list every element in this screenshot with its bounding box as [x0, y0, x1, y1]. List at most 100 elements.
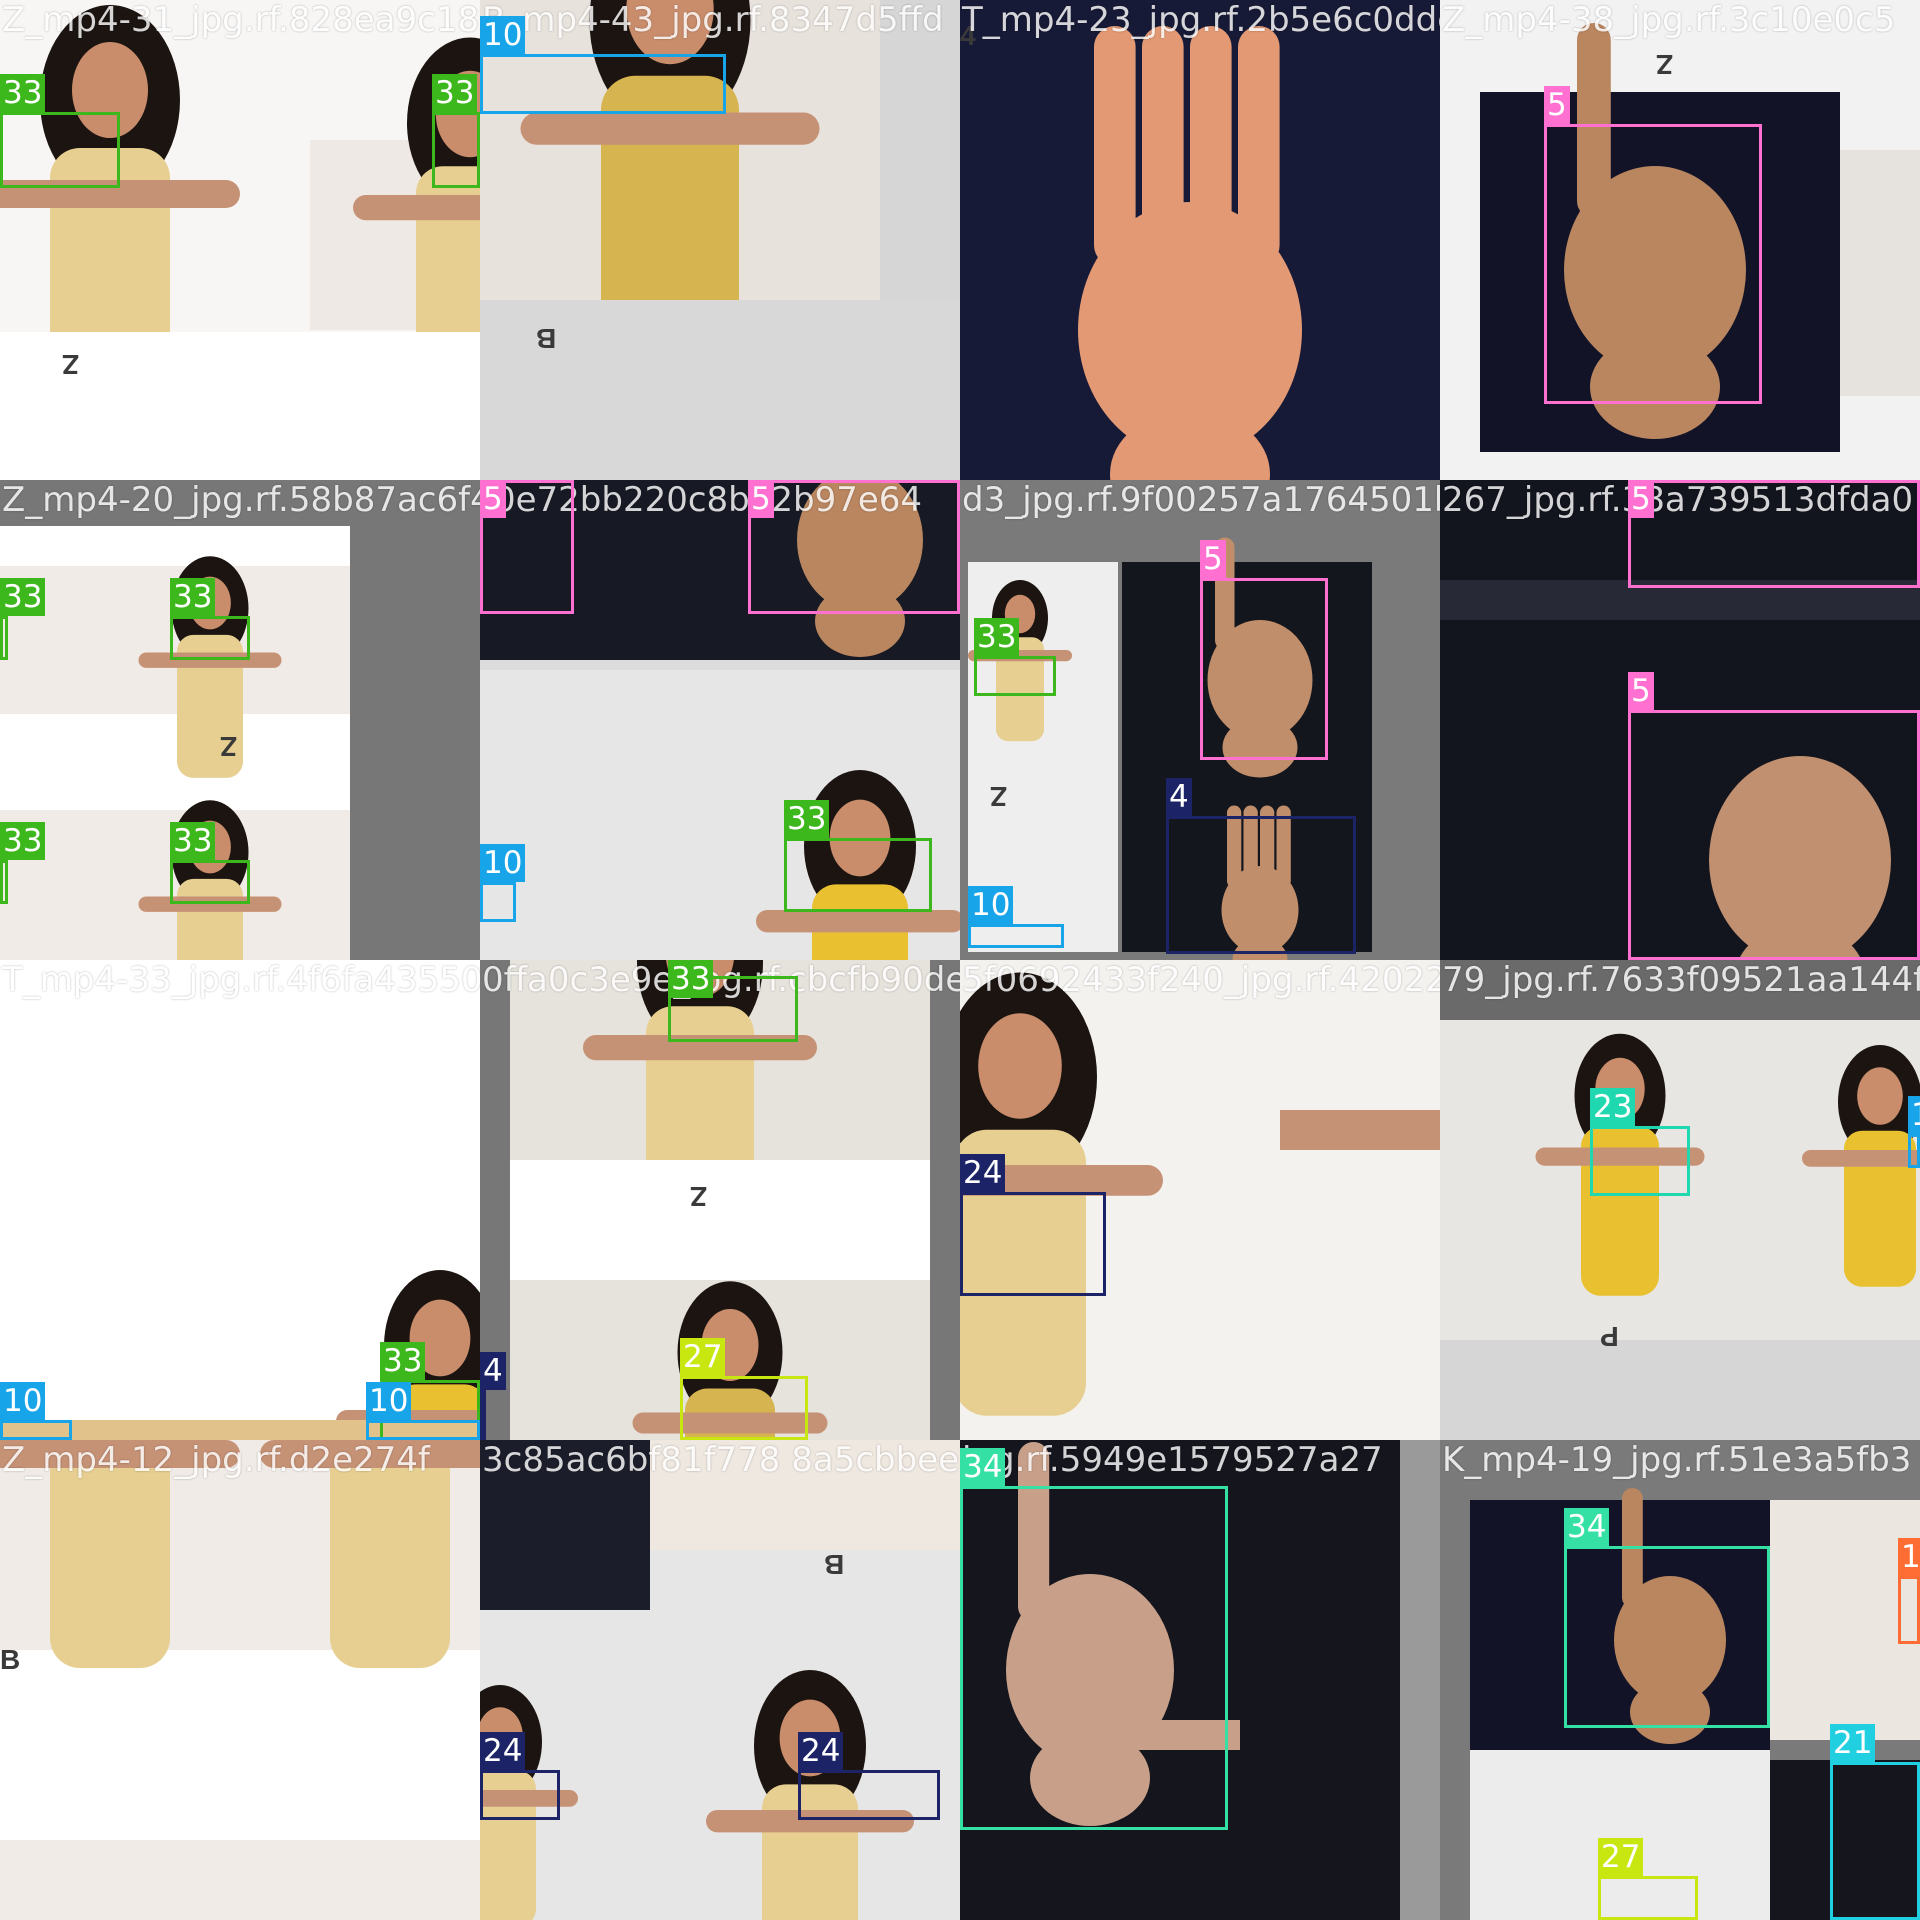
tile-filename: T_mp4-33_jpg.rf.4f6fa43550 — [2, 960, 480, 1000]
class-label: 24 — [480, 1732, 526, 1770]
mosaic-tile: 4 T_mp4-23_jpg.rf.2b5e6c0ddcc — [960, 0, 1440, 480]
bounding-box — [1830, 1762, 1920, 1920]
tile-filename: d3_jpg.rf.9f00257a1764501b — [962, 480, 1440, 520]
class-label: 5 — [480, 480, 506, 518]
bounding-box — [480, 1390, 486, 1440]
mosaic-tile: Z Z_mp4-20_jpg.rf.58b87ac6f4 33 33 33 33 — [0, 480, 480, 960]
bounding-box — [1598, 1876, 1698, 1920]
class-label: 5 — [1200, 540, 1226, 578]
class-label: 5 — [1544, 86, 1570, 124]
tile-filename: 3c85ac6bf81f778 8a5cbbee — [482, 1440, 960, 1480]
class-label: 10 — [0, 1382, 46, 1420]
class-label: 27 — [680, 1338, 726, 1376]
bounding-box — [960, 1192, 1106, 1296]
letter-marker: B — [536, 323, 557, 354]
tile-photo — [0, 1440, 480, 1920]
class-label: 33 — [380, 1342, 426, 1380]
mosaic-tile: jpg.rf.5949e1579527a27 34 — [960, 1440, 1440, 1920]
mosaic-tile: P 79_jpg.rf.7633f09521aa144f8fa5 23 10 — [1440, 960, 1920, 1440]
tile-filename: K_mp4-19_jpg.rf.51e3a5fb3 — [1442, 1440, 1912, 1480]
class-label: 33 — [170, 578, 216, 616]
mosaic-tile: 5f0692433f240_jpg.rf.420228a1b7 24 — [960, 960, 1440, 1440]
class-label: 5 — [748, 480, 774, 518]
class-label: 10 — [968, 886, 1014, 924]
class-label: 18 — [1898, 1538, 1920, 1576]
class-label: 5 — [1628, 672, 1654, 710]
bounding-box — [0, 1420, 72, 1440]
bounding-box — [480, 54, 726, 114]
bounding-box — [432, 112, 480, 188]
tile-filename: Z_mp4-31_jpg.rf.828ea9c18 — [2, 0, 480, 40]
class-label: 23 — [1590, 1088, 1636, 1126]
mosaic-tile: T_mp4-33_jpg.rf.4f6fa43550 33 10 10 — [0, 960, 480, 1440]
bounding-box — [1628, 710, 1920, 960]
class-label: 4 — [480, 1352, 506, 1390]
tile-filename: Z_mp4-38_jpg.rf.3c10e0c5 — [1442, 0, 1896, 40]
class-label: 21 — [1830, 1724, 1876, 1762]
class-label: 10 — [1908, 1096, 1920, 1134]
mosaic-tile: Zd3_jpg.rf.9f00257a1764501b 5 33 4 10 — [960, 480, 1440, 960]
bounding-box — [1628, 480, 1920, 588]
bounding-box — [974, 656, 1056, 696]
bounding-box — [960, 1486, 1228, 1830]
bounding-box — [170, 860, 250, 904]
class-label: 33 — [432, 74, 478, 112]
bounding-box — [0, 860, 8, 904]
class-label: 33 — [784, 800, 830, 838]
class-label: 33 — [0, 74, 46, 112]
tile-filename: jpg.rf.5949e1579527a27 — [962, 1440, 1383, 1480]
bounding-box — [680, 1376, 808, 1440]
mosaic-tile: K_mp4-19_jpg.rf.51e3a5fb3 34 18 21 27 — [1440, 1440, 1920, 1920]
bounding-box — [1200, 578, 1328, 760]
class-label: 33 — [668, 960, 714, 998]
tile-photo — [0, 0, 480, 480]
tile-photo — [960, 0, 1440, 480]
mosaic-tile: f0e72bb220c8b72b97e64 5 5 10 33 — [480, 480, 960, 960]
letter-marker: Z — [220, 731, 238, 762]
class-label: 27 — [1598, 1838, 1644, 1876]
class-label: 33 — [170, 822, 216, 860]
tile-filename: T_mp4-23_jpg.rf.2b5e6c0ddcc — [962, 0, 1440, 40]
bounding-box — [1590, 1126, 1690, 1196]
bounding-box — [1166, 816, 1356, 954]
letter-marker: Z — [690, 1181, 708, 1212]
bounding-box — [1564, 1546, 1770, 1728]
tile-photo — [1440, 960, 1920, 1440]
mosaic-tile: Z Z_mp4-31_jpg.rf.828ea9c18 33 33 — [0, 0, 480, 480]
letter-marker: Z — [1656, 49, 1674, 80]
tile-filename: Z_mp4-20_jpg.rf.58b87ac6f4 — [2, 480, 480, 520]
class-label: 33 — [0, 822, 46, 860]
bounding-box — [968, 924, 1064, 948]
letter-marker: B — [0, 1644, 21, 1675]
bounding-box — [784, 838, 932, 912]
tile-filename: B_mp4-43_jpg.rf.8347d5ffd — [482, 0, 944, 40]
bounding-box — [798, 1770, 940, 1820]
class-label: 10 — [480, 844, 526, 882]
bounding-box — [1908, 1134, 1920, 1168]
bounding-box — [480, 882, 516, 922]
letter-marker: P — [1600, 1321, 1619, 1352]
bounding-box — [1898, 1576, 1920, 1644]
bounding-box — [0, 112, 120, 188]
mosaic-tile: Z 0ffa0c3e9e_jpg.rf.cbcfb90de3 33 27 4 — [480, 960, 960, 1440]
class-label: 33 — [0, 578, 46, 616]
class-label: 24 — [960, 1154, 1006, 1192]
class-label: 10 — [366, 1382, 412, 1420]
tile-photo — [480, 1440, 960, 1920]
mosaic-tile: B Z_mp4-12_jpg.rf.d2e274f — [0, 1440, 480, 1920]
class-label: 24 — [798, 1732, 844, 1770]
class-label: 10 — [480, 16, 526, 54]
class-label: 33 — [974, 618, 1020, 656]
class-label: 5 — [1628, 480, 1654, 518]
class-label: 34 — [960, 1448, 1006, 1486]
bounding-box — [0, 616, 8, 660]
tile-filename: 5f0692433f240_jpg.rf.420228a1b7 — [962, 960, 1440, 1000]
mosaic-tile: B 3c85ac6bf81f778 8a5cbbee 24 24 — [480, 1440, 960, 1920]
class-label: 34 — [1564, 1508, 1610, 1546]
tile-filename: 79_jpg.rf.7633f09521aa144f8fa5 — [1442, 960, 1920, 1000]
bounding-box — [1544, 124, 1762, 404]
bounding-box — [170, 616, 250, 660]
bounding-box — [366, 1420, 480, 1440]
letter-marker: B — [824, 1549, 845, 1580]
mosaic-tile: Z Z_mp4-38_jpg.rf.3c10e0c5 5 — [1440, 0, 1920, 480]
